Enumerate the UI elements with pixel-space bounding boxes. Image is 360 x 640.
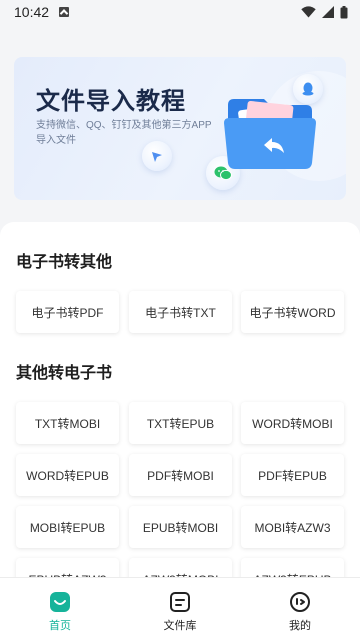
pdf-to-mobi-button[interactable]: PDF转MOBI — [129, 454, 232, 496]
pdf-to-epub-button[interactable]: PDF转EPUB — [241, 454, 344, 496]
epub-to-mobi-button[interactable]: EPUB转MOBI — [129, 506, 232, 548]
status-icons — [301, 5, 348, 19]
tab-file-library-label: 文件库 — [163, 620, 197, 632]
ebook-to-word-button[interactable]: 电子书转WORD — [241, 291, 344, 333]
tab-profile-label: 我的 — [289, 620, 311, 632]
bottom-tab-bar: 首页 文件库 我的 — [0, 577, 360, 640]
section-title-other-to-ebook: 其他转电子书 — [16, 365, 113, 382]
banner-subtitle: 支持微信、QQ、钉钉及其他第三方APP导入文件 — [36, 120, 212, 146]
tab-home-label: 首页 — [49, 620, 71, 632]
section-title-ebook-to-other: 电子书转其他 — [16, 254, 113, 271]
tab-file-library[interactable]: 文件库 — [120, 578, 240, 640]
banner-title: 文件导入教程 — [36, 88, 186, 115]
word-to-epub-button[interactable]: WORD转EPUB — [16, 454, 119, 496]
status-time: 10:42 — [14, 4, 50, 20]
import-tutorial-banner[interactable]: 文件导入教程 支持微信、QQ、钉钉及其他第三方APP导入文件 — [14, 57, 346, 200]
tab-profile[interactable]: 我的 — [240, 578, 360, 640]
home-icon — [50, 592, 70, 612]
conversion-panel: 电子书转其他 电子书转PDF 电子书转TXT 电子书转WORD 其他转电子书 T… — [0, 222, 360, 582]
file-library-icon — [170, 592, 190, 612]
signal-icon — [322, 6, 334, 18]
txt-to-mobi-button[interactable]: TXT转MOBI — [16, 402, 119, 444]
wifi-icon — [301, 6, 316, 18]
folder-icon — [224, 99, 316, 169]
mobi-to-epub-button[interactable]: MOBI转EPUB — [16, 506, 119, 548]
notification-icon — [59, 7, 70, 17]
tab-home[interactable]: 首页 — [0, 578, 120, 640]
txt-to-epub-button[interactable]: TXT转EPUB — [129, 402, 232, 444]
profile-icon — [290, 592, 310, 612]
share-bubble-icon — [142, 141, 172, 171]
word-to-mobi-button[interactable]: WORD转MOBI — [241, 402, 344, 444]
mobi-to-azw3-button[interactable]: MOBI转AZW3 — [241, 506, 344, 548]
status-bar: 10:42 — [0, 0, 360, 24]
ebook-to-pdf-button[interactable]: 电子书转PDF — [16, 291, 119, 333]
ebook-to-txt-button[interactable]: 电子书转TXT — [129, 291, 232, 333]
battery-icon — [340, 5, 348, 18]
